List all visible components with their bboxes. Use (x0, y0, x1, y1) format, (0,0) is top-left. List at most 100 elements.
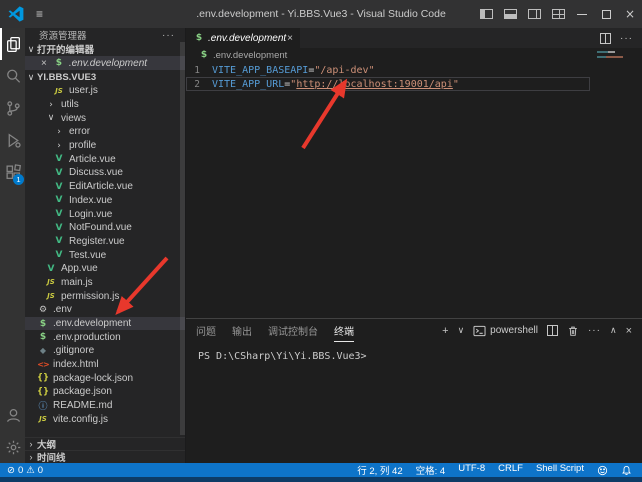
url-link[interactable]: http://localhost:19001/api (296, 79, 453, 90)
vue-icon: V (53, 209, 65, 219)
tree-item-package.json[interactable]: {}package.json (25, 385, 185, 399)
toggle-secondary-sidebar-icon[interactable] (522, 0, 546, 28)
tree-item-label: Index.vue (69, 195, 112, 206)
status-item[interactable]: 行 2, 列 42 (357, 463, 402, 477)
open-editor-item-env-development[interactable]: × $ .env.development (25, 56, 185, 70)
line-number: 1 (186, 65, 212, 76)
minimize-button[interactable] (570, 0, 594, 28)
new-terminal-icon[interactable]: + (442, 325, 448, 337)
tree-item-permission.js[interactable]: JSpermission.js (25, 289, 185, 303)
status-item[interactable]: Shell Script (536, 463, 584, 477)
explorer-more-actions-icon[interactable]: ··· (162, 30, 175, 41)
tree-item-main.js[interactable]: JSmain.js (25, 276, 185, 290)
status-item[interactable]: UTF-8 (458, 463, 485, 477)
problems-status[interactable]: ⊘ 0 ⚠ 0 (0, 465, 43, 476)
tree-item-vite.config.js[interactable]: JSvite.config.js (25, 413, 185, 427)
panel-tab-终端[interactable]: 终端 (334, 319, 354, 342)
kill-terminal-trash-icon[interactable] (567, 325, 579, 337)
search-icon[interactable] (0, 60, 25, 92)
tree-item-label: views (61, 113, 86, 124)
source-control-icon[interactable] (0, 92, 25, 124)
activity-bar: 1 (0, 28, 25, 463)
tree-item-Test.vue[interactable]: VTest.vue (25, 248, 185, 262)
open-editors-section-header[interactable]: ∨ 打开的编辑器 (25, 42, 185, 56)
close-icon[interactable]: × (287, 33, 293, 44)
outline-section-header[interactable]: › 大纲 (25, 437, 185, 450)
code-line-2[interactable]: 2 VITE_APP_URL="http://localhost:19001/a… (186, 77, 590, 91)
tree-item-Register.vue[interactable]: VRegister.vue (25, 235, 185, 249)
tree-item-error[interactable]: ›error (25, 125, 185, 139)
tree-item-index.html[interactable]: <>index.html (25, 358, 185, 372)
menu-icon[interactable]: ≡ (36, 7, 43, 21)
tree-item-Article.vue[interactable]: VArticle.vue (25, 152, 185, 166)
toggle-panel-icon[interactable] (498, 0, 522, 28)
tree-item-.env.production[interactable]: $.env.production (25, 330, 185, 344)
status-item[interactable]: 空格: 4 (416, 463, 446, 477)
tree-item-label: README.md (53, 400, 112, 411)
panel-tab-问题[interactable]: 问题 (196, 319, 216, 342)
tree-item-views[interactable]: ∨views (25, 111, 185, 125)
toggle-sidebar-icon[interactable] (474, 0, 498, 28)
notifications-bell-icon[interactable] (621, 465, 632, 476)
terminal[interactable]: PS D:\CSharp\Yi\Yi.BBS.Vue3> (186, 342, 642, 463)
shell-icon: $ (193, 33, 205, 43)
customize-layout-icon[interactable] (546, 0, 570, 28)
code-line-1[interactable]: 1 VITE_APP_BASEAPI="/api-dev" (186, 63, 590, 77)
code-editor[interactable]: 1 VITE_APP_BASEAPI="/api-dev" 2 VITE_APP… (186, 62, 642, 318)
split-terminal-icon[interactable] (547, 325, 558, 336)
tree-item-profile[interactable]: › profile (25, 139, 185, 153)
panel-more-actions-icon[interactable]: ··· (588, 325, 601, 336)
editor-group: $ .env.development × ··· $ .env.developm… (185, 28, 642, 463)
tree-item-App.vue[interactable]: VApp.vue (25, 262, 185, 276)
extensions-icon[interactable]: 1 (0, 156, 25, 188)
panel-tab-调试控制台[interactable]: 调试控制台 (268, 319, 318, 342)
split-editor-icon[interactable] (600, 33, 611, 44)
close-panel-icon[interactable]: × (626, 325, 632, 337)
tree-item-label: profile (69, 140, 96, 151)
project-section-header[interactable]: ∨ YI.BBS.VUE3 (25, 70, 185, 84)
tree-item-.gitignore[interactable]: ◆.gitignore (25, 344, 185, 358)
tab-env-development[interactable]: $ .env.development × (186, 28, 300, 48)
maximize-button[interactable] (594, 0, 618, 28)
file-tree: JSuser.js›utils∨views›error › profileVArti… (25, 84, 185, 426)
tree-item-.env.development[interactable]: $.env.development (25, 317, 185, 331)
tree-item-label: .env.production (53, 332, 121, 343)
window-bottom-edge (0, 477, 642, 482)
tree-item-README.md[interactable]: ⓘREADME.md (25, 399, 185, 413)
maximize-panel-icon[interactable]: ∧ (610, 325, 617, 336)
run-and-debug-icon[interactable] (0, 124, 25, 156)
terminal-dropdown-icon[interactable]: ∨ (458, 325, 465, 336)
tree-item-Discuss.vue[interactable]: VDiscuss.vue (25, 166, 185, 180)
tree-item-label: EditArticle.vue (69, 181, 133, 192)
breadcrumb[interactable]: $ .env.development (186, 48, 642, 62)
tree-item-package-lock.json[interactable]: {}package-lock.json (25, 371, 185, 385)
tree-item-label: main.js (61, 277, 93, 288)
folder-collapsed-icon: › (53, 141, 65, 151)
status-bar: ⊘ 0 ⚠ 0 行 2, 列 42 空格: 4 UTF-8 CRLF Shell Scr… (0, 463, 642, 477)
minimap[interactable] (597, 51, 639, 61)
tree-item-utils[interactable]: ›utils (25, 98, 185, 112)
shell-icon: $ (53, 58, 65, 68)
close-button[interactable]: × (618, 0, 642, 28)
editor-more-actions-icon[interactable]: ··· (620, 33, 633, 44)
panel-tab-输出[interactable]: 输出 (232, 319, 252, 342)
tree-item-label: Register.vue (69, 236, 125, 247)
terminal-instance-powershell[interactable]: powershell (473, 325, 538, 337)
tree-item-.env[interactable]: ⚙.env (25, 303, 185, 317)
status-item[interactable]: CRLF (498, 463, 523, 477)
tree-item-user.js[interactable]: JSuser.js (25, 84, 185, 98)
account-icon[interactable] (0, 399, 25, 431)
chevron-right-icon: › (25, 439, 37, 449)
close-icon[interactable]: × (41, 58, 47, 69)
tree-item-Login.vue[interactable]: V Login.vue (25, 207, 185, 221)
tree-item-label: Login.vue (69, 209, 112, 220)
tree-item-Index.vue[interactable]: VIndex.vue (25, 194, 185, 208)
explorer-icon[interactable] (0, 28, 25, 60)
feedback-smiley-icon[interactable] (597, 465, 608, 476)
tree-item-EditArticle.vue[interactable]: VEditArticle.vue (25, 180, 185, 194)
timeline-section-header[interactable]: › 时间线 (25, 450, 185, 463)
explorer-sidebar: 资源管理器 ··· ∨ 打开的编辑器 × $ .env.development … (25, 28, 185, 463)
settings-gear-icon[interactable] (0, 431, 25, 463)
tree-item-NotFound.vue[interactable]: VNotFound.vue (25, 221, 185, 235)
tree-item-label: package.json (53, 386, 112, 397)
